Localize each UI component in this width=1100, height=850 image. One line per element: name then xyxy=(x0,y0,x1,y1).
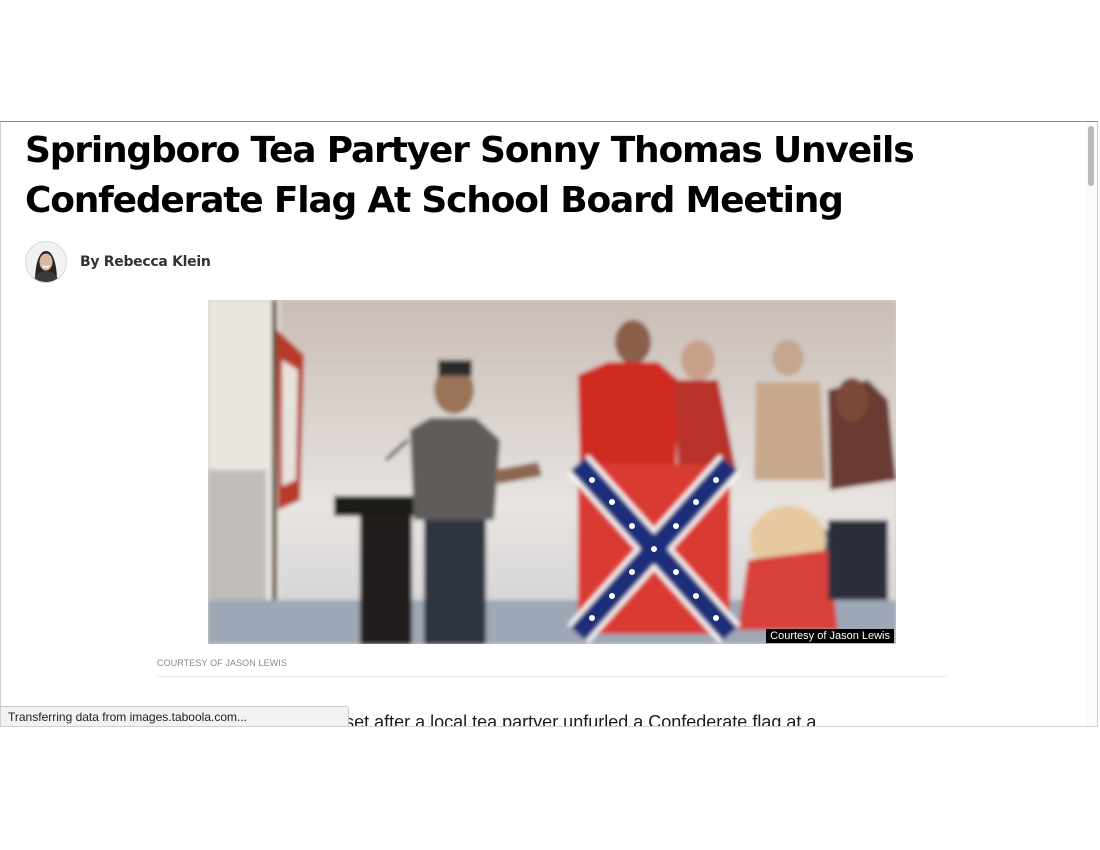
author-avatar[interactable] xyxy=(25,241,67,283)
scrollbar-thumb[interactable] xyxy=(1088,126,1094,186)
author-avatar-icon xyxy=(26,242,66,282)
photo-image xyxy=(208,300,896,644)
article-headline: Springboro Tea Partyer Sonny Thomas Unve… xyxy=(25,130,915,221)
photo-overlay-credit: Courtesy of Jason Lewis xyxy=(766,629,894,643)
article-photo[interactable]: Courtesy of Jason Lewis xyxy=(208,300,896,644)
browser-status-bar: Transferring data from images.taboola.co… xyxy=(1,706,349,726)
article-page: Springboro Tea Partyer Sonny Thomas Unve… xyxy=(1,122,1087,726)
caption-divider xyxy=(157,676,947,677)
photo-caption-credit: COURTESY OF JASON LEWIS xyxy=(157,658,287,668)
author-name[interactable]: By Rebecca Klein xyxy=(80,254,211,270)
byline: By Rebecca Klein xyxy=(25,239,211,285)
browser-viewport: Springboro Tea Partyer Sonny Thomas Unve… xyxy=(0,121,1098,727)
vertical-scrollbar[interactable] xyxy=(1086,122,1097,726)
